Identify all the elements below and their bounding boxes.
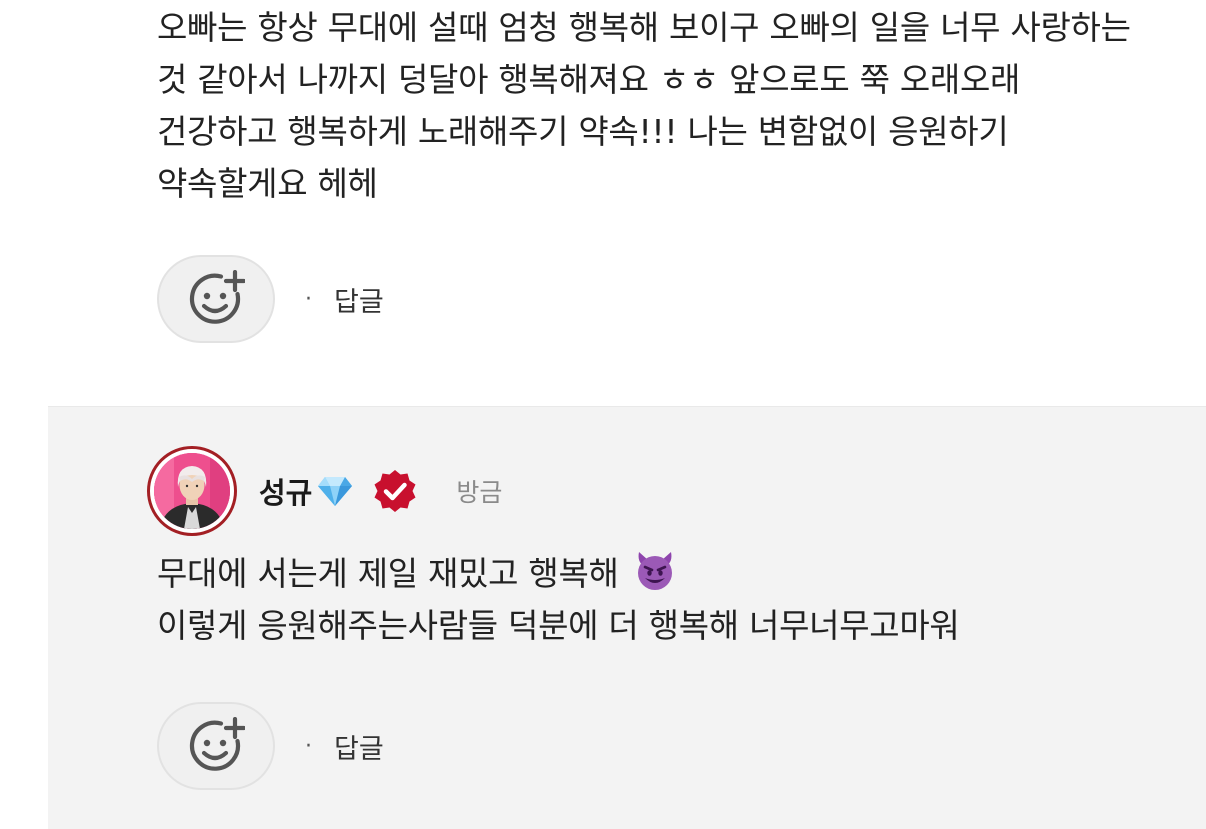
author-name[interactable]: 성규 bbox=[259, 470, 312, 512]
smiling-devil-icon bbox=[637, 552, 672, 590]
add-reaction-button[interactable] bbox=[157, 255, 275, 343]
reply-actions: · 답글 bbox=[157, 702, 384, 790]
timestamp: 방금 bbox=[456, 478, 503, 507]
reply-button[interactable]: 답글 bbox=[334, 727, 384, 766]
comment-actions: · 답글 bbox=[157, 255, 384, 343]
reply-text: 무대에 서는게 제일 재밌고 행복해 이렇게 응원해주는사람들 덕분에 더 행복… bbox=[157, 548, 1147, 652]
reply-button[interactable]: 답글 bbox=[334, 280, 384, 319]
reply-text-line-1: 무대에 서는게 제일 재밌고 행복해 bbox=[157, 554, 619, 593]
comment-text: 오빠는 항상 무대에 설때 엄청 행복해 보이구 오빠의 일을 너무 사랑하는 … bbox=[157, 8, 1141, 203]
separator-dot: · bbox=[305, 733, 312, 759]
reply-text-line-2: 이렇게 응원해주는사람들 덕분에 더 행복해 너무너무고마워 bbox=[157, 606, 960, 645]
avatar-photo bbox=[154, 453, 230, 529]
add-reaction-button[interactable] bbox=[157, 702, 275, 790]
reply-author-row: 성규 방금 bbox=[147, 446, 502, 536]
diamond-icon bbox=[318, 477, 353, 506]
separator-dot: · bbox=[305, 286, 312, 312]
add-reaction-smile-icon bbox=[189, 270, 245, 324]
avatar[interactable] bbox=[147, 446, 237, 536]
verified-badge-icon bbox=[374, 470, 416, 512]
add-reaction-smile-icon bbox=[189, 717, 245, 771]
